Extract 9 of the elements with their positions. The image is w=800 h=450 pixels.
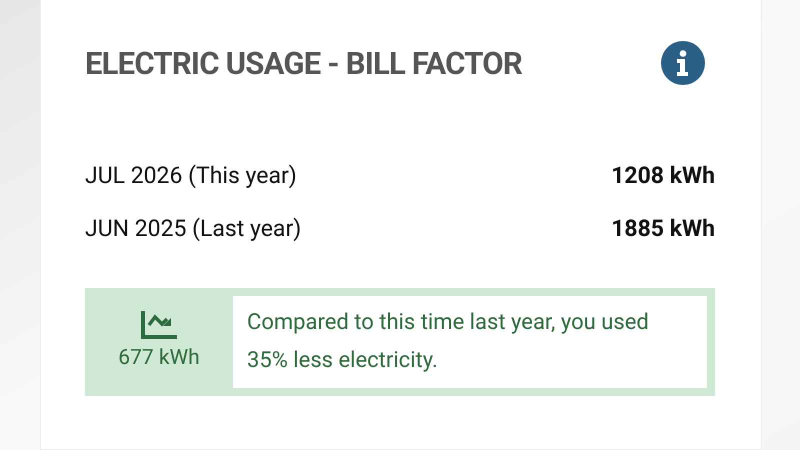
difference-value: 677 kWh bbox=[118, 345, 200, 372]
info-icon[interactable] bbox=[661, 41, 705, 85]
usage-value: 1885 kWh bbox=[611, 214, 715, 244]
card-title: ELECTRIC USAGE - BILL FACTOR bbox=[85, 48, 522, 78]
usage-value: 1208 kWh bbox=[611, 161, 715, 191]
trend-chart-icon bbox=[141, 309, 177, 340]
comparison-message: Compared to this time last year, you used 35% less electricity. bbox=[247, 309, 650, 375]
period-label: JUL 2026 (This year) bbox=[85, 161, 297, 191]
period-label: JUN 2025 (Last year) bbox=[85, 214, 302, 244]
